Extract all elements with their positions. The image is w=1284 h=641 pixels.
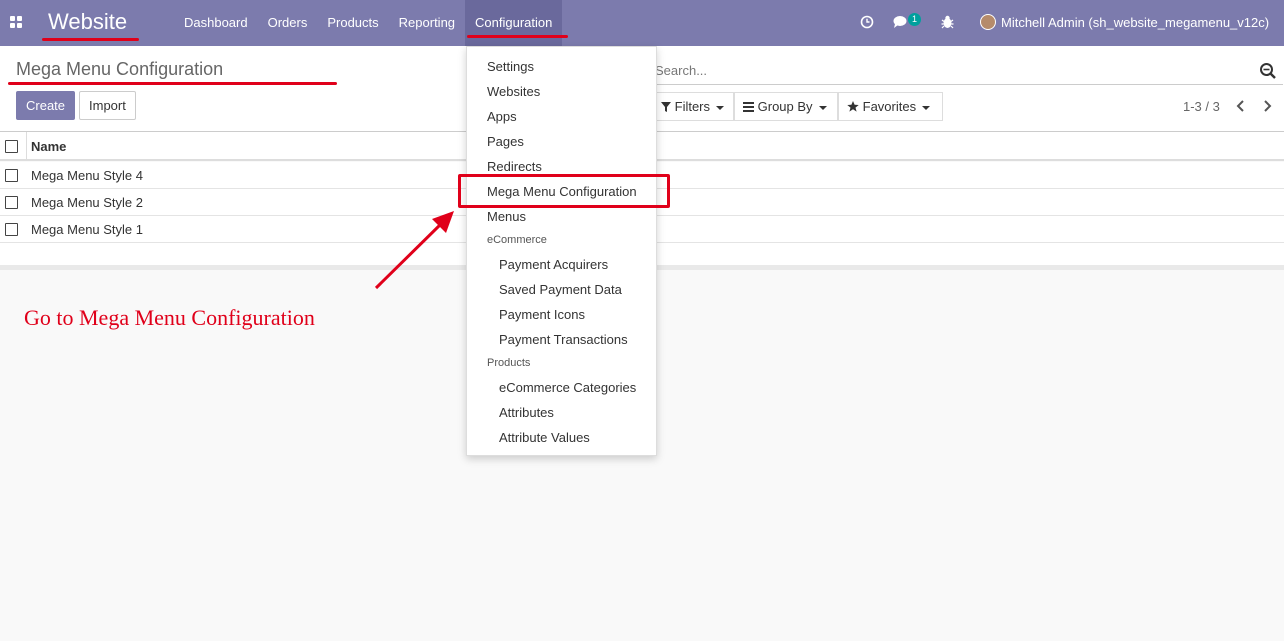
menu-item-payment-icons[interactable]: Payment Icons: [499, 307, 585, 322]
filters-button[interactable]: Filters: [650, 92, 734, 121]
chat-icon[interactable]: [893, 15, 909, 29]
chevron-left-icon[interactable]: [1236, 100, 1245, 112]
row-name: Mega Menu Style 4: [31, 168, 144, 183]
section-header-ecommerce: eCommerce: [487, 234, 547, 246]
annotation-underline-website: [42, 38, 139, 41]
row-name: Mega Menu Style 1: [31, 222, 144, 237]
menu-item-apps[interactable]: Apps: [487, 109, 517, 124]
menu-item-payment-acquirers[interactable]: Payment Acquirers: [499, 257, 608, 272]
menu-item-attributes[interactable]: Attributes: [499, 405, 554, 420]
annotation-highlight-box: [458, 174, 670, 208]
select-all-checkbox[interactable]: [5, 140, 18, 153]
annotation-underline-breadcrumb: [8, 82, 337, 85]
annotation-arrow-icon: [374, 211, 454, 290]
menu-item-menus[interactable]: Menus: [487, 209, 526, 224]
avatar[interactable]: [980, 14, 996, 30]
menu-item-payment-transactions[interactable]: Payment Transactions: [499, 332, 628, 347]
main-menu: Dashboard Orders Products Reporting Conf…: [174, 0, 563, 46]
menu-orders[interactable]: Orders: [258, 0, 318, 46]
app-title[interactable]: Website: [48, 9, 127, 35]
search-icon[interactable]: [1259, 62, 1277, 80]
menu-item-ecommerce-categories[interactable]: eCommerce Categories: [499, 380, 636, 395]
annotation-text: Go to Mega Menu Configuration: [24, 305, 315, 330]
bug-icon[interactable]: [941, 15, 954, 29]
apps-icon[interactable]: [10, 16, 23, 29]
user-menu[interactable]: Mitchell Admin (sh_website_megamenu_v12c…: [1001, 15, 1269, 30]
filters-label: Filters: [674, 99, 711, 114]
column-header-name[interactable]: Name: [31, 139, 66, 154]
list-icon: [743, 102, 754, 112]
menu-item-pages[interactable]: Pages: [487, 134, 524, 149]
pager-value[interactable]: 1-3 / 3: [1183, 99, 1220, 114]
menu-item-saved-payment-data[interactable]: Saved Payment Data: [499, 282, 622, 297]
menu-dashboard[interactable]: Dashboard: [174, 0, 258, 46]
menu-item-redirects[interactable]: Redirects: [487, 159, 542, 174]
chevron-right-icon[interactable]: [1263, 100, 1272, 112]
groupby-label: Group By: [757, 99, 813, 114]
favorites-button[interactable]: Favorites: [838, 92, 943, 121]
annotation-underline-configuration: [467, 35, 568, 38]
create-button[interactable]: Create: [16, 91, 76, 120]
row-name: Mega Menu Style 2: [31, 195, 144, 210]
configuration-dropdown: Settings Websites Apps Pages Redirects M…: [466, 46, 657, 456]
search-input[interactable]: [655, 63, 1245, 78]
clock-icon[interactable]: [860, 15, 874, 29]
filter-icon: [661, 102, 671, 112]
row-checkbox[interactable]: [5, 223, 18, 236]
top-navbar: Website Dashboard Orders Products Report…: [0, 0, 1284, 46]
menu-item-attribute-values[interactable]: Attribute Values: [499, 430, 590, 445]
section-header-products: Products: [487, 357, 531, 369]
search-box: [648, 57, 1283, 85]
menu-reporting[interactable]: Reporting: [389, 0, 465, 46]
groupby-button[interactable]: Group By: [734, 92, 838, 121]
row-checkbox[interactable]: [5, 169, 18, 182]
star-icon: [847, 101, 859, 112]
row-checkbox[interactable]: [5, 196, 18, 209]
menu-item-settings[interactable]: Settings: [487, 59, 534, 74]
menu-products[interactable]: Products: [317, 0, 388, 46]
column-separator: [26, 132, 27, 161]
messages-badge: 1: [908, 13, 921, 26]
menu-configuration[interactable]: Configuration: [465, 0, 563, 46]
import-button[interactable]: Import: [79, 91, 136, 120]
menu-item-websites[interactable]: Websites: [487, 84, 540, 99]
favorites-label: Favorites: [862, 99, 917, 114]
breadcrumb: Mega Menu Configuration: [16, 59, 224, 79]
